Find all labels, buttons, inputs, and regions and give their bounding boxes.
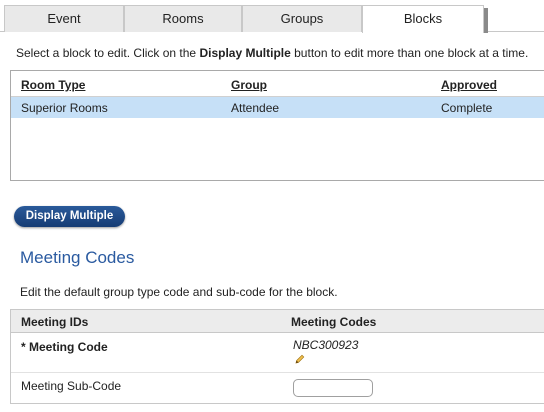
meeting-codes-header: Meeting IDs Meeting Codes (11, 310, 544, 333)
meeting-sub-code-label: Meeting Sub-Code (21, 379, 122, 393)
tab-rooms[interactable]: Rooms (124, 5, 242, 32)
table-row[interactable]: Superior Rooms Attendee Complete (11, 97, 544, 118)
section-title: Meeting Codes (20, 248, 135, 267)
column-header-group[interactable]: Group (231, 78, 267, 92)
section-description: Edit the default group type code and sub… (20, 285, 338, 299)
tab-blocks[interactable]: Blocks (362, 5, 488, 33)
cell-room-type: Superior Rooms (21, 101, 108, 115)
blocks-table-header: Room Type Group Approved (11, 71, 544, 97)
meeting-codes-table: Meeting IDs Meeting Codes * Meeting Code… (10, 309, 544, 404)
tab-bar: Event Rooms Groups Blocks (0, 0, 544, 33)
instructions-emphasis: Display Multiple (199, 46, 291, 60)
display-multiple-button[interactable]: Display Multiple (14, 206, 125, 227)
column-header-approved[interactable]: Approved (441, 78, 497, 92)
row-divider (11, 372, 544, 373)
pencil-icon[interactable] (295, 354, 305, 364)
cell-group: Attendee (231, 101, 280, 115)
meeting-code-label: * Meeting Code (21, 340, 108, 354)
instructions-before: Select a block to edit. Click on the (16, 46, 200, 60)
meeting-sub-code-input[interactable] (293, 379, 373, 397)
tab-event[interactable]: Event (4, 5, 124, 32)
column-header-room-type[interactable]: Room Type (21, 78, 85, 92)
meeting-code-value: NBC300923 (293, 338, 359, 352)
column-header-meeting-ids: Meeting IDs (21, 315, 89, 329)
instructions-after: button to edit more than one block at a … (290, 46, 529, 60)
column-header-meeting-codes: Meeting Codes (291, 315, 377, 329)
blocks-table: Room Type Group Approved Superior Rooms … (10, 70, 544, 181)
instructions-text: Select a block to edit. Click on the Dis… (16, 46, 528, 60)
cell-approved: Complete (441, 101, 493, 115)
tab-groups[interactable]: Groups (242, 5, 362, 32)
